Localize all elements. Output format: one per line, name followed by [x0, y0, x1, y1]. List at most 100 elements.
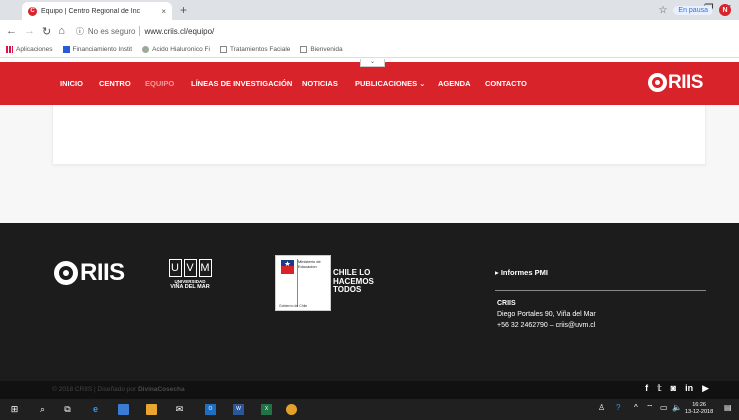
notification-icon[interactable]: ▤	[724, 403, 732, 412]
criis-logo-mark	[648, 73, 667, 92]
excel-icon[interactable]: X	[261, 404, 272, 415]
youtube-icon[interactable]: ▶	[702, 383, 709, 394]
url-text: www.criis.cl/equipo/	[144, 26, 215, 36]
bookmark-label: Acido Hialuronico Fi	[152, 46, 210, 53]
wifi-icon[interactable]: ⌔	[646, 403, 654, 413]
uvm-logo[interactable]: U V M UNIVERSIDAD VIÑA DEL MAR	[167, 259, 213, 290]
clock-time: 16:26	[692, 402, 706, 408]
bookmark-bienvenida[interactable]: Bienvenida	[300, 46, 343, 53]
uvm-sub2: VIÑA DEL MAR	[170, 284, 210, 290]
mail-icon[interactable]: ✉	[174, 404, 185, 415]
nav-item-equipo[interactable]: EQUIPO	[145, 79, 174, 88]
instagram-icon[interactable]: ◙	[671, 383, 676, 394]
slogan-line: TODOS	[333, 285, 362, 294]
people-icon[interactable]: ♙	[598, 403, 605, 412]
bookmark-label: Aplicaciones	[16, 46, 53, 53]
back-arrow-icon[interactable]: ←	[6, 25, 17, 37]
footer-address: CRIIS Diego Portales 90, Viña del Mar +5…	[497, 298, 596, 331]
footer-criis-logo[interactable]: RIIS	[54, 261, 125, 285]
reload-icon[interactable]: ↻	[42, 25, 51, 38]
facebook-icon[interactable]: f	[645, 383, 648, 394]
sync-paused-badge[interactable]: En pausa	[673, 5, 713, 15]
site-favicon-icon: C	[28, 6, 37, 16]
monitor-icon[interactable]: ▭	[660, 403, 668, 412]
contact-line[interactable]: +56 32 2462790 – criis@uvm.cl	[497, 320, 596, 331]
edge-icon[interactable]: e	[90, 404, 101, 415]
address-bar: ← → ↻ ⌂ ⓘ No es seguro www.criis.cl/equi…	[0, 20, 739, 42]
org-name: CRIIS	[497, 300, 516, 307]
new-tab-button[interactable]: +	[180, 3, 187, 17]
page-icon	[300, 46, 308, 53]
forward-arrow-icon[interactable]: →	[24, 25, 35, 37]
outlook-icon[interactable]: O	[205, 404, 216, 415]
tray-chevron-icon[interactable]: ^	[634, 403, 638, 412]
nav-item-contacto[interactable]: CONTACTO	[485, 79, 527, 88]
social-links: f 𝕥 ◙ in ▶	[645, 383, 709, 394]
nav-item-agenda[interactable]: AGENDA	[438, 79, 471, 88]
help-icon[interactable]: ?	[616, 403, 620, 412]
word-icon[interactable]: W	[233, 404, 244, 415]
informes-link[interactable]: ▸ Informes PMI	[495, 268, 548, 277]
home-icon[interactable]: ⌂	[58, 25, 65, 37]
taskbar-clock[interactable]: 16:26 13-12-2018	[685, 402, 713, 416]
gov-bottom: Gobierno de Chile	[279, 304, 308, 308]
bookmark-tratamientos[interactable]: Tratamientos Faciale	[219, 46, 290, 53]
content-card	[52, 105, 706, 165]
linkedin-icon[interactable]: in	[685, 383, 693, 394]
tab-close-icon[interactable]: ×	[161, 7, 166, 16]
windows-taskbar	[0, 399, 739, 420]
nav-item-lineas[interactable]: LÍNEAS DE INVESTIGACIÓN	[191, 79, 292, 88]
url-field[interactable]: ⓘ No es seguro www.criis.cl/equipo/	[76, 26, 214, 37]
criis-logo[interactable]: RIIS	[648, 73, 703, 92]
twitter-icon[interactable]: 𝕥	[657, 383, 662, 394]
bookmark-acido[interactable]: Acido Hialuronico Fi	[142, 46, 210, 53]
uvm-letters: U V M	[167, 259, 213, 277]
ministerio-logo[interactable]: Ministerio de Educación Gobierno de Chil…	[275, 255, 331, 311]
profile-avatar[interactable]: N	[719, 4, 731, 16]
bookmark-apps[interactable]: Aplicaciones	[6, 46, 53, 53]
search-icon[interactable]: ⌕	[37, 404, 48, 415]
bookmark-folder-icon	[62, 46, 70, 53]
criis-logo-text: RIIS	[80, 259, 125, 286]
chrome-icon[interactable]	[286, 404, 297, 415]
site-favicon-icon	[142, 46, 150, 53]
store-icon[interactable]	[146, 404, 157, 415]
uvm-letter: V	[183, 259, 197, 277]
bookmark-label: Financiamiento Instit	[72, 46, 133, 53]
windows-start-icon[interactable]: ⊞	[9, 404, 20, 415]
clock-date: 13-12-2018	[685, 409, 714, 415]
bookmark-label: Bienvenida	[310, 46, 343, 53]
address-line: Diego Portales 90, Viña del Mar	[497, 311, 596, 318]
copyright-text: © 2018 CRIIS | Diseñado por	[52, 386, 137, 393]
nav-item-noticias[interactable]: NOTICIAS	[302, 79, 338, 88]
info-icon[interactable]: ⓘ	[76, 26, 84, 37]
tab-title: Equipo | Centro Regional de Inc	[41, 7, 141, 15]
criis-logo-mark	[54, 261, 78, 285]
footer-divider	[495, 290, 706, 291]
page-icon	[219, 46, 227, 53]
apps-grid-icon	[6, 46, 13, 53]
designer-link[interactable]: DivinaCosecha	[138, 386, 185, 393]
nav-item-centro[interactable]: CENTRO	[99, 79, 131, 88]
volume-icon[interactable]: 🔈	[672, 403, 682, 412]
bookmarks-bar: Aplicaciones Financiamiento Instit Acido…	[0, 42, 739, 58]
uvm-letter: M	[198, 259, 212, 277]
nav-item-publicaciones[interactable]: PUBLICACIONES ⌄	[355, 79, 425, 88]
chile-emblem-icon	[281, 260, 294, 274]
chile-slogan: CHILE LO HACEMOS TODOS	[333, 268, 374, 295]
gov-ministry: Ministerio de Educación	[298, 259, 321, 269]
nav-collapse-toggle[interactable]: ⌄	[360, 59, 385, 67]
bookmark-financiamiento[interactable]: Financiamiento Instit	[62, 46, 133, 53]
footer	[0, 223, 739, 381]
criis-logo-text: RIIS	[668, 72, 703, 93]
address-bar-actions: ☆ En pausa N	[658, 4, 731, 16]
copyright: © 2018 CRIIS | Diseñado por DivinaCosech…	[52, 386, 185, 393]
nav-item-inicio[interactable]: INICIO	[60, 79, 83, 88]
bookmark-star-icon[interactable]: ☆	[658, 5, 667, 16]
url-separator	[139, 26, 141, 36]
explorer-icon[interactable]	[118, 404, 129, 415]
uvm-letter: U	[168, 259, 182, 277]
task-view-icon[interactable]: ⧉	[62, 404, 73, 415]
browser-tab[interactable]: C Equipo | Centro Regional de Inc ×	[22, 2, 172, 20]
insecure-label: No es seguro	[87, 26, 136, 36]
